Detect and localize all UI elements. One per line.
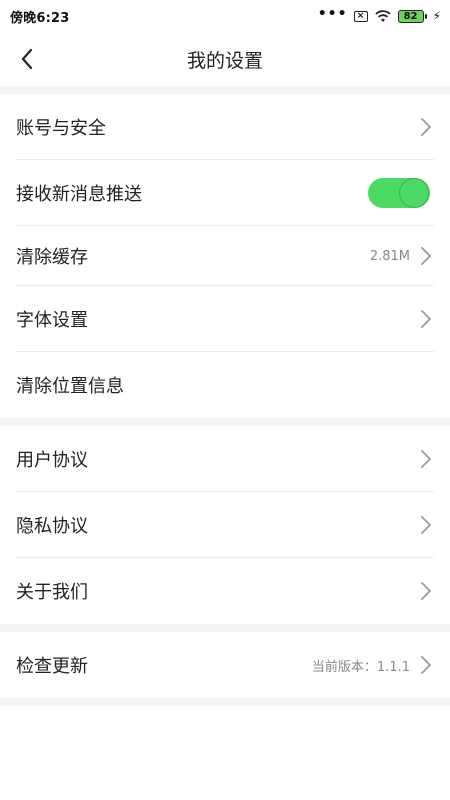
chevron-right-icon — [420, 117, 434, 137]
status-icons: ••• × 82 ⚡ — [317, 6, 441, 24]
section-divider — [0, 418, 450, 426]
status-bar: 傍晚6:23 ••• × 82 ⚡ — [0, 0, 450, 32]
row-user-agreement[interactable]: 用户协议 — [0, 426, 450, 492]
section-divider — [0, 624, 450, 632]
row-label: 关于我们 — [16, 582, 88, 603]
row-label: 检查更新 — [16, 656, 88, 677]
row-check-update[interactable]: 检查更新 当前版本：1.1.1 — [0, 632, 450, 698]
row-label: 账号与安全 — [16, 118, 106, 139]
chevron-right-icon — [420, 515, 434, 535]
nav-bar: 我的设置 — [0, 32, 450, 86]
chevron-left-icon — [21, 48, 33, 70]
wifi-icon — [374, 10, 391, 22]
chevron-right-icon — [420, 309, 434, 329]
row-clear-location[interactable]: 清除位置信息 — [0, 352, 450, 418]
cache-size-value: 2.81M — [369, 248, 410, 264]
push-toggle[interactable] — [368, 178, 430, 208]
row-label: 用户协议 — [16, 450, 88, 471]
row-label: 字体设置 — [16, 310, 88, 331]
row-privacy-agreement[interactable]: 隐私协议 — [0, 492, 450, 558]
row-label: 清除缓存 — [16, 247, 88, 268]
toggle-knob — [399, 178, 429, 208]
row-clear-cache[interactable]: 清除缓存 2.81M — [0, 226, 450, 286]
charging-icon: ⚡ — [432, 9, 441, 23]
more-notifications-icon: ••• — [317, 6, 348, 22]
section-divider — [0, 698, 450, 706]
row-about-us[interactable]: 关于我们 — [0, 558, 450, 624]
row-account-security[interactable]: 账号与安全 — [0, 94, 450, 160]
back-button[interactable] — [10, 42, 44, 76]
row-push-notifications: 接收新消息推送 — [0, 160, 450, 226]
status-time: 傍晚6:23 — [10, 10, 70, 26]
row-label: 清除位置信息 — [16, 376, 124, 397]
row-font-settings[interactable]: 字体设置 — [0, 286, 450, 352]
row-label: 隐私协议 — [16, 516, 88, 537]
section-divider — [0, 86, 450, 94]
battery-icon: 82 — [397, 9, 427, 23]
settings-list: 账号与安全 接收新消息推送 清除缓存 2.81M 字体设置 清除位置信息 用户协… — [0, 86, 450, 706]
chevron-right-icon — [420, 449, 434, 469]
chevron-right-icon — [420, 581, 434, 601]
chevron-right-icon — [420, 246, 434, 266]
current-version-value: 当前版本：1.1.1 — [311, 659, 410, 675]
chevron-right-icon — [420, 655, 434, 675]
no-sim-icon: × — [353, 10, 368, 22]
row-label: 接收新消息推送 — [16, 184, 142, 205]
page-title: 我的设置 — [186, 49, 263, 72]
